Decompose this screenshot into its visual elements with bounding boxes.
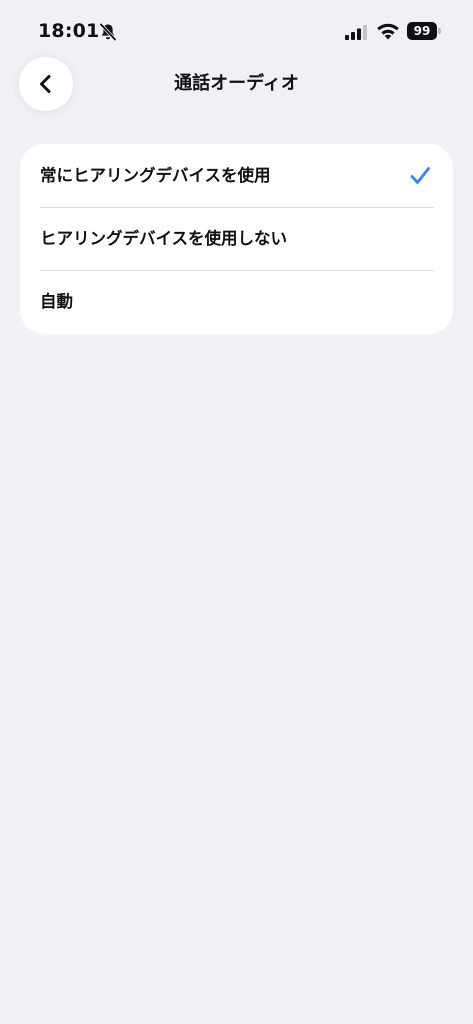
option-automatic[interactable]: 自動 xyxy=(20,270,453,333)
battery-level: 99 xyxy=(407,22,437,40)
status-bar: 18:01 99 xyxy=(0,0,473,60)
option-label: 常にヒアリングデバイスを使用 xyxy=(40,165,271,185)
option-never-use-hearing-device[interactable]: ヒアリングデバイスを使用しない xyxy=(20,207,453,270)
battery-icon: 99 xyxy=(407,22,441,40)
cellular-signal-icon xyxy=(345,25,367,40)
wifi-icon xyxy=(377,23,399,40)
page-title: 通話オーディオ xyxy=(174,73,299,94)
option-label: ヒアリングデバイスを使用しない xyxy=(40,228,288,248)
call-audio-options-list: 常にヒアリングデバイスを使用 ヒアリングデバイスを使用しない 自動 xyxy=(20,144,453,334)
battery-cap xyxy=(438,28,441,34)
checkmark-icon xyxy=(410,167,430,184)
bell-slash-icon xyxy=(99,22,117,42)
option-always-use-hearing-device[interactable]: 常にヒアリングデバイスを使用 xyxy=(20,144,453,207)
status-time: 18:01 xyxy=(38,20,100,42)
option-label: 自動 xyxy=(40,291,73,311)
